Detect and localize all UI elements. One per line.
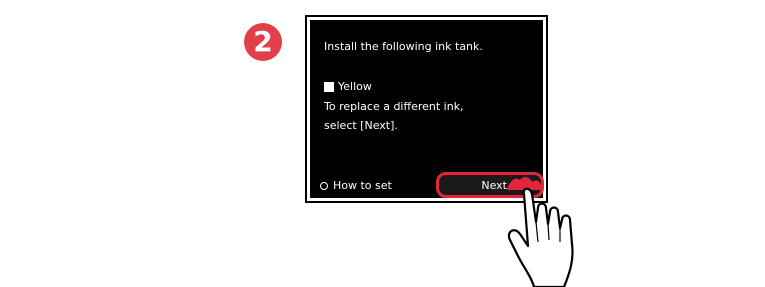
how-to-set-label: How to set [333,179,392,192]
hint-line-2: select [Next]. [324,119,398,132]
step-number-badge: 2 [244,23,282,61]
ink-item: Yellow [324,80,372,94]
ink-color-icon [324,82,334,92]
info-icon [320,182,328,190]
hint-line-1: To replace a different ink, [324,100,464,113]
tapping-hand-icon [506,177,574,287]
how-to-set-button[interactable]: How to set [320,179,392,193]
install-message: Install the following ink tank. [324,40,483,53]
ink-name: Yellow [338,80,372,93]
